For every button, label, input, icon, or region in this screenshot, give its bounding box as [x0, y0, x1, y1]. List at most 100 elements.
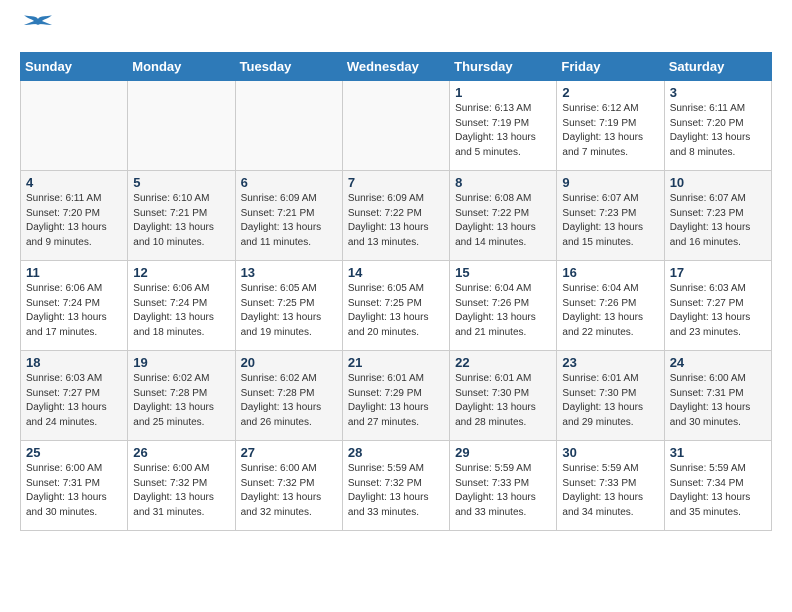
calendar-cell: 18 Sunrise: 6:03 AM Sunset: 7:27 PM Dayli… — [21, 351, 128, 441]
day-number: 8 — [455, 175, 551, 190]
calendar-body: 1Sunrise: 6:13 AM Sunset: 7:19 PM Daylig… — [21, 81, 772, 531]
weekday-header: Monday — [128, 53, 235, 81]
calendar-cell: 29 Sunrise: 5:59 AM Sunset: 7:33 PM Dayli… — [450, 441, 557, 531]
cell-info: Sunrise: 6:13 AM Sunset: 7:19 PM Dayligh… — [455, 102, 551, 160]
calendar-cell: 9Sunrise: 6:07 AM Sunset: 7:23 PM Daylig… — [557, 171, 664, 261]
cell-info: Sunrise: 6:08 AM Sunset: 7:22 PM Dayligh… — [455, 192, 551, 250]
calendar-cell: 24 Sunrise: 6:00 AM Sunset: 7:31 PM Dayli… — [664, 351, 771, 441]
calendar-cell: 13 Sunrise: 6:05 AM Sunset: 7:25 PM Dayli… — [235, 261, 342, 351]
day-number: 15 — [455, 265, 551, 280]
calendar-cell — [235, 81, 342, 171]
day-number: 25 — [26, 445, 122, 460]
calendar-cell: 7 Sunrise: 6:09 AM Sunset: 7:22 PM Daylig… — [342, 171, 449, 261]
day-number: 18 — [26, 355, 122, 370]
calendar-header: SundayMondayTuesdayWednesdayThursdayFrid… — [21, 53, 772, 81]
calendar-cell: 27Sunrise: 6:00 AM Sunset: 7:32 PM Dayli… — [235, 441, 342, 531]
calendar-cell: 28Sunrise: 5:59 AM Sunset: 7:32 PM Dayli… — [342, 441, 449, 531]
day-number: 23 — [562, 355, 658, 370]
calendar-cell: 23 Sunrise: 6:01 AM Sunset: 7:30 PM Dayli… — [557, 351, 664, 441]
calendar-cell: 26 Sunrise: 6:00 AM Sunset: 7:32 PM Dayli… — [128, 441, 235, 531]
day-number: 16 — [562, 265, 658, 280]
cell-info: Sunrise: 6:03 AM Sunset: 7:27 PM Dayligh… — [670, 282, 766, 340]
weekday-header: Wednesday — [342, 53, 449, 81]
calendar-cell — [128, 81, 235, 171]
calendar-cell: 5 Sunrise: 6:10 AM Sunset: 7:21 PM Daylig… — [128, 171, 235, 261]
cell-info: Sunrise: 5:59 AM Sunset: 7:32 PM Dayligh… — [348, 462, 444, 520]
day-number: 4 — [26, 175, 122, 190]
cell-info: Sunrise: 5:59 AM Sunset: 7:33 PM Dayligh… — [562, 462, 658, 520]
cell-info: Sunrise: 6:07 AM Sunset: 7:23 PM Dayligh… — [670, 192, 766, 250]
cell-info: Sunrise: 6:02 AM Sunset: 7:28 PM Dayligh… — [241, 372, 337, 430]
day-number: 6 — [241, 175, 337, 190]
cell-info: Sunrise: 5:59 AM Sunset: 7:33 PM Dayligh… — [455, 462, 551, 520]
cell-info: Sunrise: 6:01 AM Sunset: 7:29 PM Dayligh… — [348, 372, 444, 430]
cell-info: Sunrise: 6:01 AM Sunset: 7:30 PM Dayligh… — [562, 372, 658, 430]
day-number: 27 — [241, 445, 337, 460]
day-number: 30 — [562, 445, 658, 460]
calendar-table: SundayMondayTuesdayWednesdayThursdayFrid… — [20, 52, 772, 531]
cell-info: Sunrise: 6:11 AM Sunset: 7:20 PM Dayligh… — [670, 102, 766, 160]
calendar-cell: 2 Sunrise: 6:12 AM Sunset: 7:19 PM Daylig… — [557, 81, 664, 171]
calendar-cell: 6 Sunrise: 6:09 AM Sunset: 7:21 PM Daylig… — [235, 171, 342, 261]
logo-bird-icon — [24, 15, 52, 37]
cell-info: Sunrise: 6:09 AM Sunset: 7:22 PM Dayligh… — [348, 192, 444, 250]
calendar-cell: 31 Sunrise: 5:59 AM Sunset: 7:34 PM Dayli… — [664, 441, 771, 531]
day-number: 24 — [670, 355, 766, 370]
cell-info: Sunrise: 6:01 AM Sunset: 7:30 PM Dayligh… — [455, 372, 551, 430]
cell-info: Sunrise: 6:05 AM Sunset: 7:25 PM Dayligh… — [241, 282, 337, 340]
cell-info: Sunrise: 6:00 AM Sunset: 7:32 PM Dayligh… — [133, 462, 229, 520]
cell-info: Sunrise: 6:06 AM Sunset: 7:24 PM Dayligh… — [26, 282, 122, 340]
day-number: 2 — [562, 85, 658, 100]
calendar-cell: 8 Sunrise: 6:08 AM Sunset: 7:22 PM Daylig… — [450, 171, 557, 261]
cell-info: Sunrise: 6:04 AM Sunset: 7:26 PM Dayligh… — [455, 282, 551, 340]
cell-info: Sunrise: 6:06 AM Sunset: 7:24 PM Dayligh… — [133, 282, 229, 340]
day-number: 14 — [348, 265, 444, 280]
cell-info: Sunrise: 6:03 AM Sunset: 7:27 PM Dayligh… — [26, 372, 122, 430]
cell-info: Sunrise: 6:00 AM Sunset: 7:31 PM Dayligh… — [670, 372, 766, 430]
day-number: 3 — [670, 85, 766, 100]
day-number: 31 — [670, 445, 766, 460]
day-number: 29 — [455, 445, 551, 460]
day-number: 17 — [670, 265, 766, 280]
page-header — [20, 20, 772, 42]
calendar-cell — [21, 81, 128, 171]
day-number: 12 — [133, 265, 229, 280]
weekday-header: Friday — [557, 53, 664, 81]
day-number: 9 — [562, 175, 658, 190]
cell-info: Sunrise: 6:11 AM Sunset: 7:20 PM Dayligh… — [26, 192, 122, 250]
day-number: 13 — [241, 265, 337, 280]
day-number: 7 — [348, 175, 444, 190]
day-number: 21 — [348, 355, 444, 370]
calendar-cell: 17 Sunrise: 6:03 AM Sunset: 7:27 PM Dayli… — [664, 261, 771, 351]
day-number: 10 — [670, 175, 766, 190]
cell-info: Sunrise: 6:04 AM Sunset: 7:26 PM Dayligh… — [562, 282, 658, 340]
calendar-cell: 20 Sunrise: 6:02 AM Sunset: 7:28 PM Dayli… — [235, 351, 342, 441]
cell-info: Sunrise: 6:00 AM Sunset: 7:31 PM Dayligh… — [26, 462, 122, 520]
calendar-cell: 22 Sunrise: 6:01 AM Sunset: 7:30 PM Dayli… — [450, 351, 557, 441]
calendar-cell: 16 Sunrise: 6:04 AM Sunset: 7:26 PM Dayli… — [557, 261, 664, 351]
calendar-cell: 25 Sunrise: 6:00 AM Sunset: 7:31 PM Dayli… — [21, 441, 128, 531]
calendar-cell: 12 Sunrise: 6:06 AM Sunset: 7:24 PM Dayli… — [128, 261, 235, 351]
day-number: 5 — [133, 175, 229, 190]
day-number: 20 — [241, 355, 337, 370]
day-number: 11 — [26, 265, 122, 280]
cell-info: Sunrise: 6:05 AM Sunset: 7:25 PM Dayligh… — [348, 282, 444, 340]
day-number: 26 — [133, 445, 229, 460]
weekday-header: Sunday — [21, 53, 128, 81]
calendar-cell: 21 Sunrise: 6:01 AM Sunset: 7:29 PM Dayli… — [342, 351, 449, 441]
weekday-header: Saturday — [664, 53, 771, 81]
day-number: 22 — [455, 355, 551, 370]
cell-info: Sunrise: 6:09 AM Sunset: 7:21 PM Dayligh… — [241, 192, 337, 250]
calendar-cell: 4 Sunrise: 6:11 AM Sunset: 7:20 PM Daylig… — [21, 171, 128, 261]
weekday-header: Tuesday — [235, 53, 342, 81]
cell-info: Sunrise: 6:12 AM Sunset: 7:19 PM Dayligh… — [562, 102, 658, 160]
calendar-cell: 10 Sunrise: 6:07 AM Sunset: 7:23 PM Dayli… — [664, 171, 771, 261]
cell-info: Sunrise: 6:02 AM Sunset: 7:28 PM Dayligh… — [133, 372, 229, 430]
logo — [20, 20, 52, 42]
cell-info: Sunrise: 6:10 AM Sunset: 7:21 PM Dayligh… — [133, 192, 229, 250]
day-number: 19 — [133, 355, 229, 370]
calendar-cell — [342, 81, 449, 171]
calendar-cell: 11 Sunrise: 6:06 AM Sunset: 7:24 PM Dayli… — [21, 261, 128, 351]
calendar-cell: 1Sunrise: 6:13 AM Sunset: 7:19 PM Daylig… — [450, 81, 557, 171]
cell-info: Sunrise: 5:59 AM Sunset: 7:34 PM Dayligh… — [670, 462, 766, 520]
